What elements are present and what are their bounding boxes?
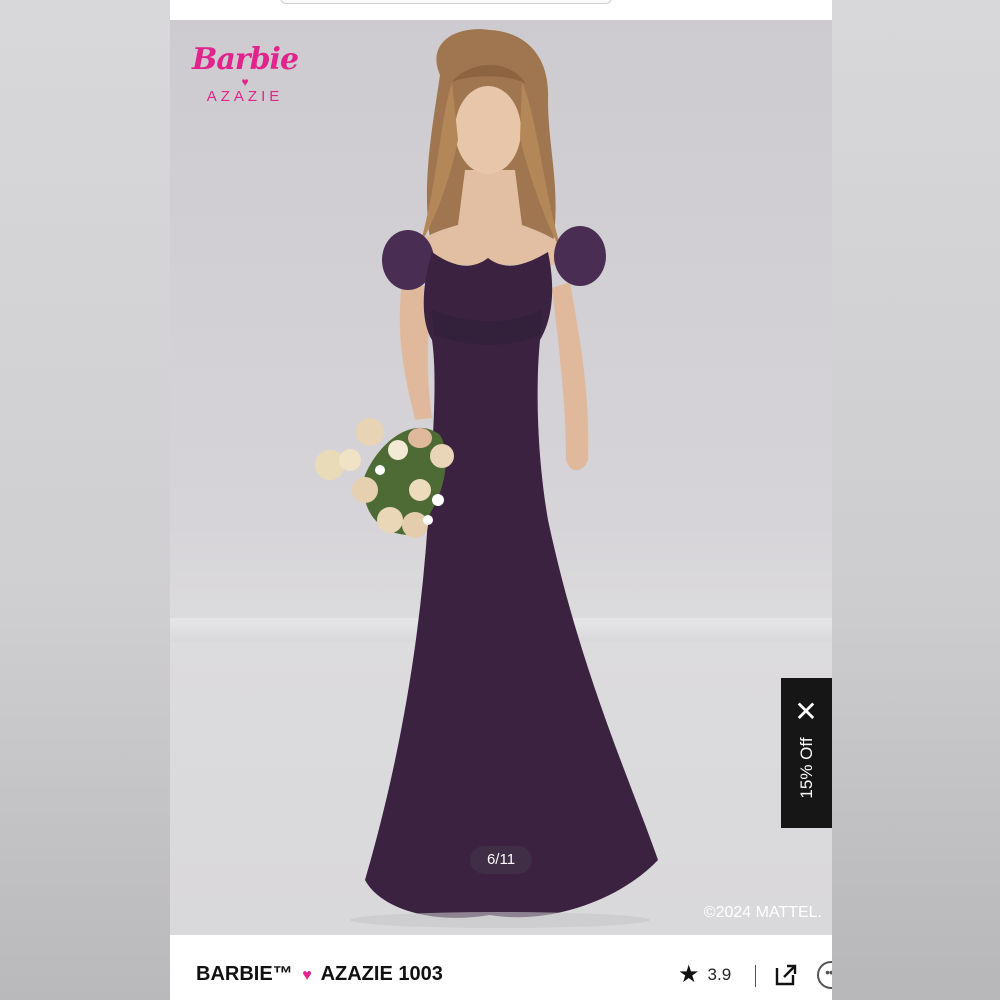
barbie-logo-text: Barbie bbox=[191, 42, 299, 77]
star-icon: ★ bbox=[678, 961, 700, 988]
gallery-counter: 6/11 bbox=[470, 846, 532, 874]
rating[interactable]: ★ 3.9 bbox=[678, 961, 731, 989]
product-brand-left: BARBIE™ bbox=[196, 963, 293, 985]
discount-promo-tab[interactable]: ✕ 15% Off bbox=[781, 678, 832, 828]
copyright-text: ©2024 MATTEL. bbox=[703, 904, 822, 921]
external-link-icon[interactable] bbox=[774, 963, 798, 987]
left-background bbox=[0, 0, 170, 1000]
divider bbox=[755, 965, 756, 987]
product-image-gallery[interactable]: Barbie ♥ AZAZIE 6/11 ©2024 MATTEL. bbox=[170, 20, 832, 935]
right-background bbox=[832, 0, 1000, 1000]
brand-logo: Barbie ♥ AZAZIE bbox=[190, 44, 300, 106]
promo-label[interactable]: 15% Off bbox=[797, 737, 817, 798]
heart-icon: ♥ bbox=[241, 75, 249, 89]
product-info-bar: BARBIE™ ♥ AZAZIE 1003 ★ 3.9 ••• bbox=[170, 935, 832, 1000]
product-title: BARBIE™ ♥ AZAZIE 1003 bbox=[196, 963, 443, 986]
top-strip bbox=[170, 0, 832, 20]
more-icon[interactable]: ••• bbox=[817, 961, 832, 989]
search-bar-edge[interactable] bbox=[280, 0, 612, 4]
product-photo-model bbox=[315, 29, 658, 928]
heart-icon: ♥ bbox=[302, 967, 312, 984]
app-screen: Barbie ♥ AZAZIE 6/11 ©2024 MATTEL. ✕ 15%… bbox=[170, 0, 832, 1000]
product-brand-right: AZAZIE 1003 bbox=[320, 963, 443, 985]
close-icon[interactable]: ✕ bbox=[794, 698, 818, 726]
azazie-logo-text: AZAZIE bbox=[206, 88, 284, 105]
rating-value: 3.9 bbox=[707, 965, 732, 984]
